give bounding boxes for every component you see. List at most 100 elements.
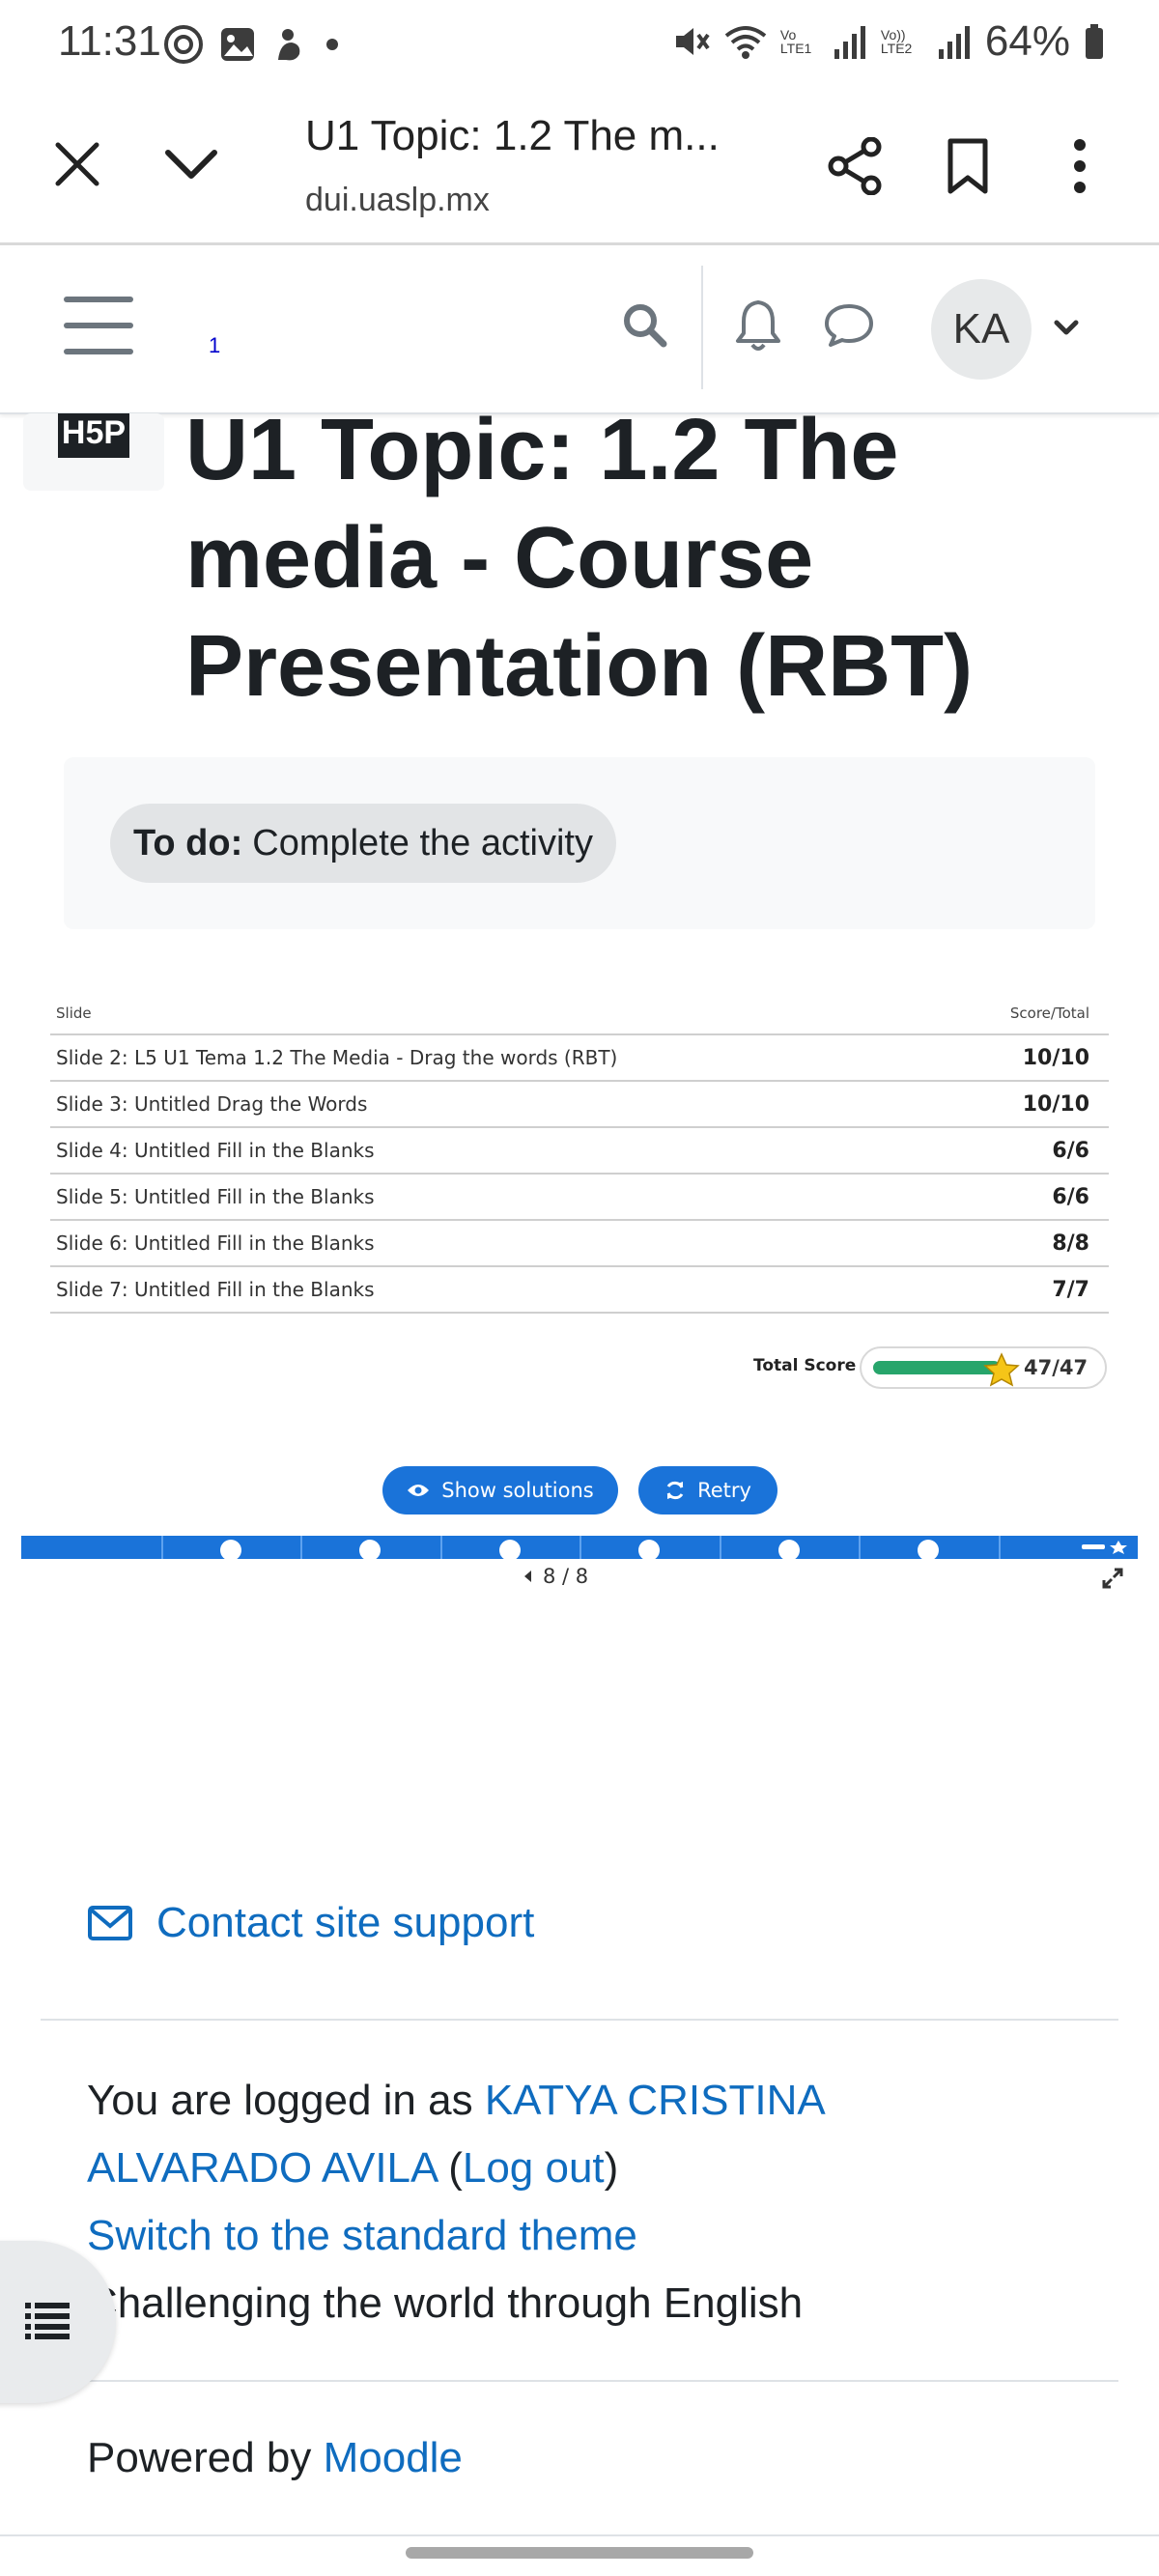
threads-icon [164, 25, 203, 64]
powered-prefix: Powered by [87, 2434, 312, 2481]
total-score-bar [873, 1361, 1001, 1374]
progress-answered-dot[interactable] [778, 1540, 800, 1561]
refresh-icon [666, 1481, 684, 1500]
gallery-icon [221, 28, 254, 61]
progress-separator [300, 1536, 302, 1559]
slide-score: 10/10 [1022, 1091, 1089, 1117]
bookmark-icon[interactable] [945, 137, 991, 195]
summary-table: Slide Score/Total Slide 2: L5 U1 Tema 1.… [50, 995, 1109, 1314]
slide-name: Slide 3: Untitled Drag the Words [56, 1092, 368, 1116]
signal-lte1-label: Vo LTE1 [779, 27, 812, 56]
total-score-label: Total Score [753, 1356, 857, 1375]
todo-text: Complete the activity [252, 822, 593, 863]
retry-button[interactable]: Retry [638, 1466, 777, 1514]
more-vert-icon[interactable] [1072, 139, 1088, 193]
app-icon [278, 29, 300, 61]
completion-requirement: To do: Complete the activity [110, 804, 616, 883]
page-title: U1 Topic: 1.2 The media - Course Present… [185, 402, 974, 715]
navbar-divider [701, 266, 703, 389]
slide-navigation: 8 / 8 [522, 1565, 588, 1588]
summary-col-slide: Slide [56, 1005, 92, 1022]
progress-answered-dot[interactable] [499, 1540, 521, 1561]
progress-separator [859, 1536, 861, 1559]
battery-icon [1086, 24, 1103, 59]
share-icon[interactable] [827, 137, 883, 195]
total-score-value: 47/47 [1024, 1356, 1088, 1379]
progress-answered-dot[interactable] [918, 1540, 939, 1561]
close-icon[interactable] [50, 137, 104, 191]
eye-icon [408, 1485, 430, 1496]
slide-name: Slide 5: Untitled Fill in the Blanks [56, 1185, 375, 1208]
logout-link[interactable]: Log out [463, 2144, 605, 2192]
previous-slide-icon[interactable] [522, 1569, 533, 1584]
browser-url[interactable]: dui.uaslp.mx [305, 182, 490, 219]
powered-by: Powered by Moodle [87, 2434, 463, 2482]
slide-score: 10/10 [1022, 1045, 1089, 1070]
summary-slide-star-icon[interactable] [1082, 1541, 1130, 1554]
h5p-logo: H5P [58, 413, 129, 458]
table-row[interactable]: Slide 3: Untitled Drag the Words 10/10 [50, 1082, 1109, 1128]
signal-lte1-icon [834, 26, 865, 59]
slide-name: Slide 2: L5 U1 Tema 1.2 The Media - Drag… [56, 1046, 618, 1069]
dot-icon [326, 39, 338, 50]
status-time: 11:31 [58, 17, 161, 65]
logout-paren-open: ( [448, 2144, 463, 2192]
table-row[interactable]: Slide 2: L5 U1 Tema 1.2 The Media - Drag… [50, 1035, 1109, 1082]
wifi-icon [724, 26, 767, 59]
todo-label: To do: [133, 822, 243, 863]
slide-progressbar[interactable] [21, 1536, 1138, 1561]
logged-in-prefix: You are logged in as [87, 2077, 473, 2124]
footer-divider [41, 2380, 1118, 2382]
site-name: Challenging the world through English [87, 2279, 804, 2327]
slide-name: Slide 4: Untitled Fill in the Blanks [56, 1139, 375, 1162]
menu-icon[interactable] [64, 297, 133, 354]
fullscreen-icon[interactable] [1101, 1567, 1124, 1590]
switch-theme-link[interactable]: Switch to the standard theme [87, 2212, 637, 2259]
gesture-navigation-bar[interactable] [406, 2547, 753, 2559]
status-bar: 11:31 Vo LTE1 Vo)) LTE2 64% [0, 0, 1159, 85]
slide-counter: 8 / 8 [543, 1565, 589, 1588]
table-row[interactable]: Slide 7: Untitled Fill in the Blanks 7/7 [50, 1267, 1109, 1314]
search-icon[interactable] [620, 300, 668, 349]
envelope-icon [88, 1906, 132, 1940]
moodle-link[interactable]: Moodle [324, 2434, 463, 2481]
progress-separator [580, 1536, 581, 1559]
avatar[interactable]: KA [931, 279, 1032, 380]
summary-col-score: Score/Total [1009, 1005, 1089, 1022]
total-score-bar-fill [873, 1361, 1001, 1374]
notifications-bell-icon[interactable] [734, 298, 782, 353]
table-row[interactable]: Slide 6: Untitled Fill in the Blanks 8/8 [50, 1221, 1109, 1267]
progress-answered-dot[interactable] [638, 1540, 660, 1561]
star-icon [983, 1352, 1020, 1387]
total-score-box: 47/47 [860, 1346, 1107, 1389]
messages-chat-icon[interactable] [823, 302, 875, 349]
status-icons-right: Vo LTE1 Vo)) LTE2 64% [672, 17, 1105, 66]
battery-percent: 64% [984, 17, 1070, 65]
list-icon [25, 2303, 70, 2339]
user-menu-caret-icon[interactable] [1053, 318, 1080, 339]
chevron-down-icon[interactable] [162, 139, 220, 189]
table-row[interactable]: Slide 5: Untitled Fill in the Blanks 6/6 [50, 1175, 1109, 1221]
bottom-divider [0, 2534, 1159, 2536]
progress-answered-dot[interactable] [359, 1540, 381, 1561]
slide-score: 6/6 [1052, 1184, 1089, 1209]
slide-score: 8/8 [1052, 1231, 1089, 1256]
signal-lte2-label: Vo)) LTE2 [880, 27, 913, 56]
slide-name: Slide 6: Untitled Fill in the Blanks [56, 1231, 375, 1255]
activity-dates: To do: Complete the activity [64, 757, 1095, 929]
progress-separator [720, 1536, 721, 1559]
contact-site-support-link[interactable]: Contact site support [87, 1899, 534, 1947]
table-row[interactable]: Slide 4: Untitled Fill in the Blanks 6/6 [50, 1128, 1109, 1175]
nav-badge: 1 [209, 333, 221, 357]
activity-icon: H5P [23, 413, 164, 491]
progress-answered-dot[interactable] [220, 1540, 241, 1561]
progress-separator [440, 1536, 442, 1559]
progress-separator [999, 1536, 1001, 1559]
site-navbar: 1 KA [0, 248, 1159, 414]
login-info: You are logged in as KATYA CRISTINA ALVA… [87, 2067, 1053, 2337]
show-solutions-button[interactable]: Show solutions [382, 1466, 618, 1514]
browser-toolbar: U1 Topic: 1.2 The m... dui.uaslp.mx [0, 85, 1159, 245]
signal-lte2-icon [938, 26, 970, 59]
slide-score: 6/6 [1052, 1138, 1089, 1163]
progress-separator [161, 1536, 163, 1559]
